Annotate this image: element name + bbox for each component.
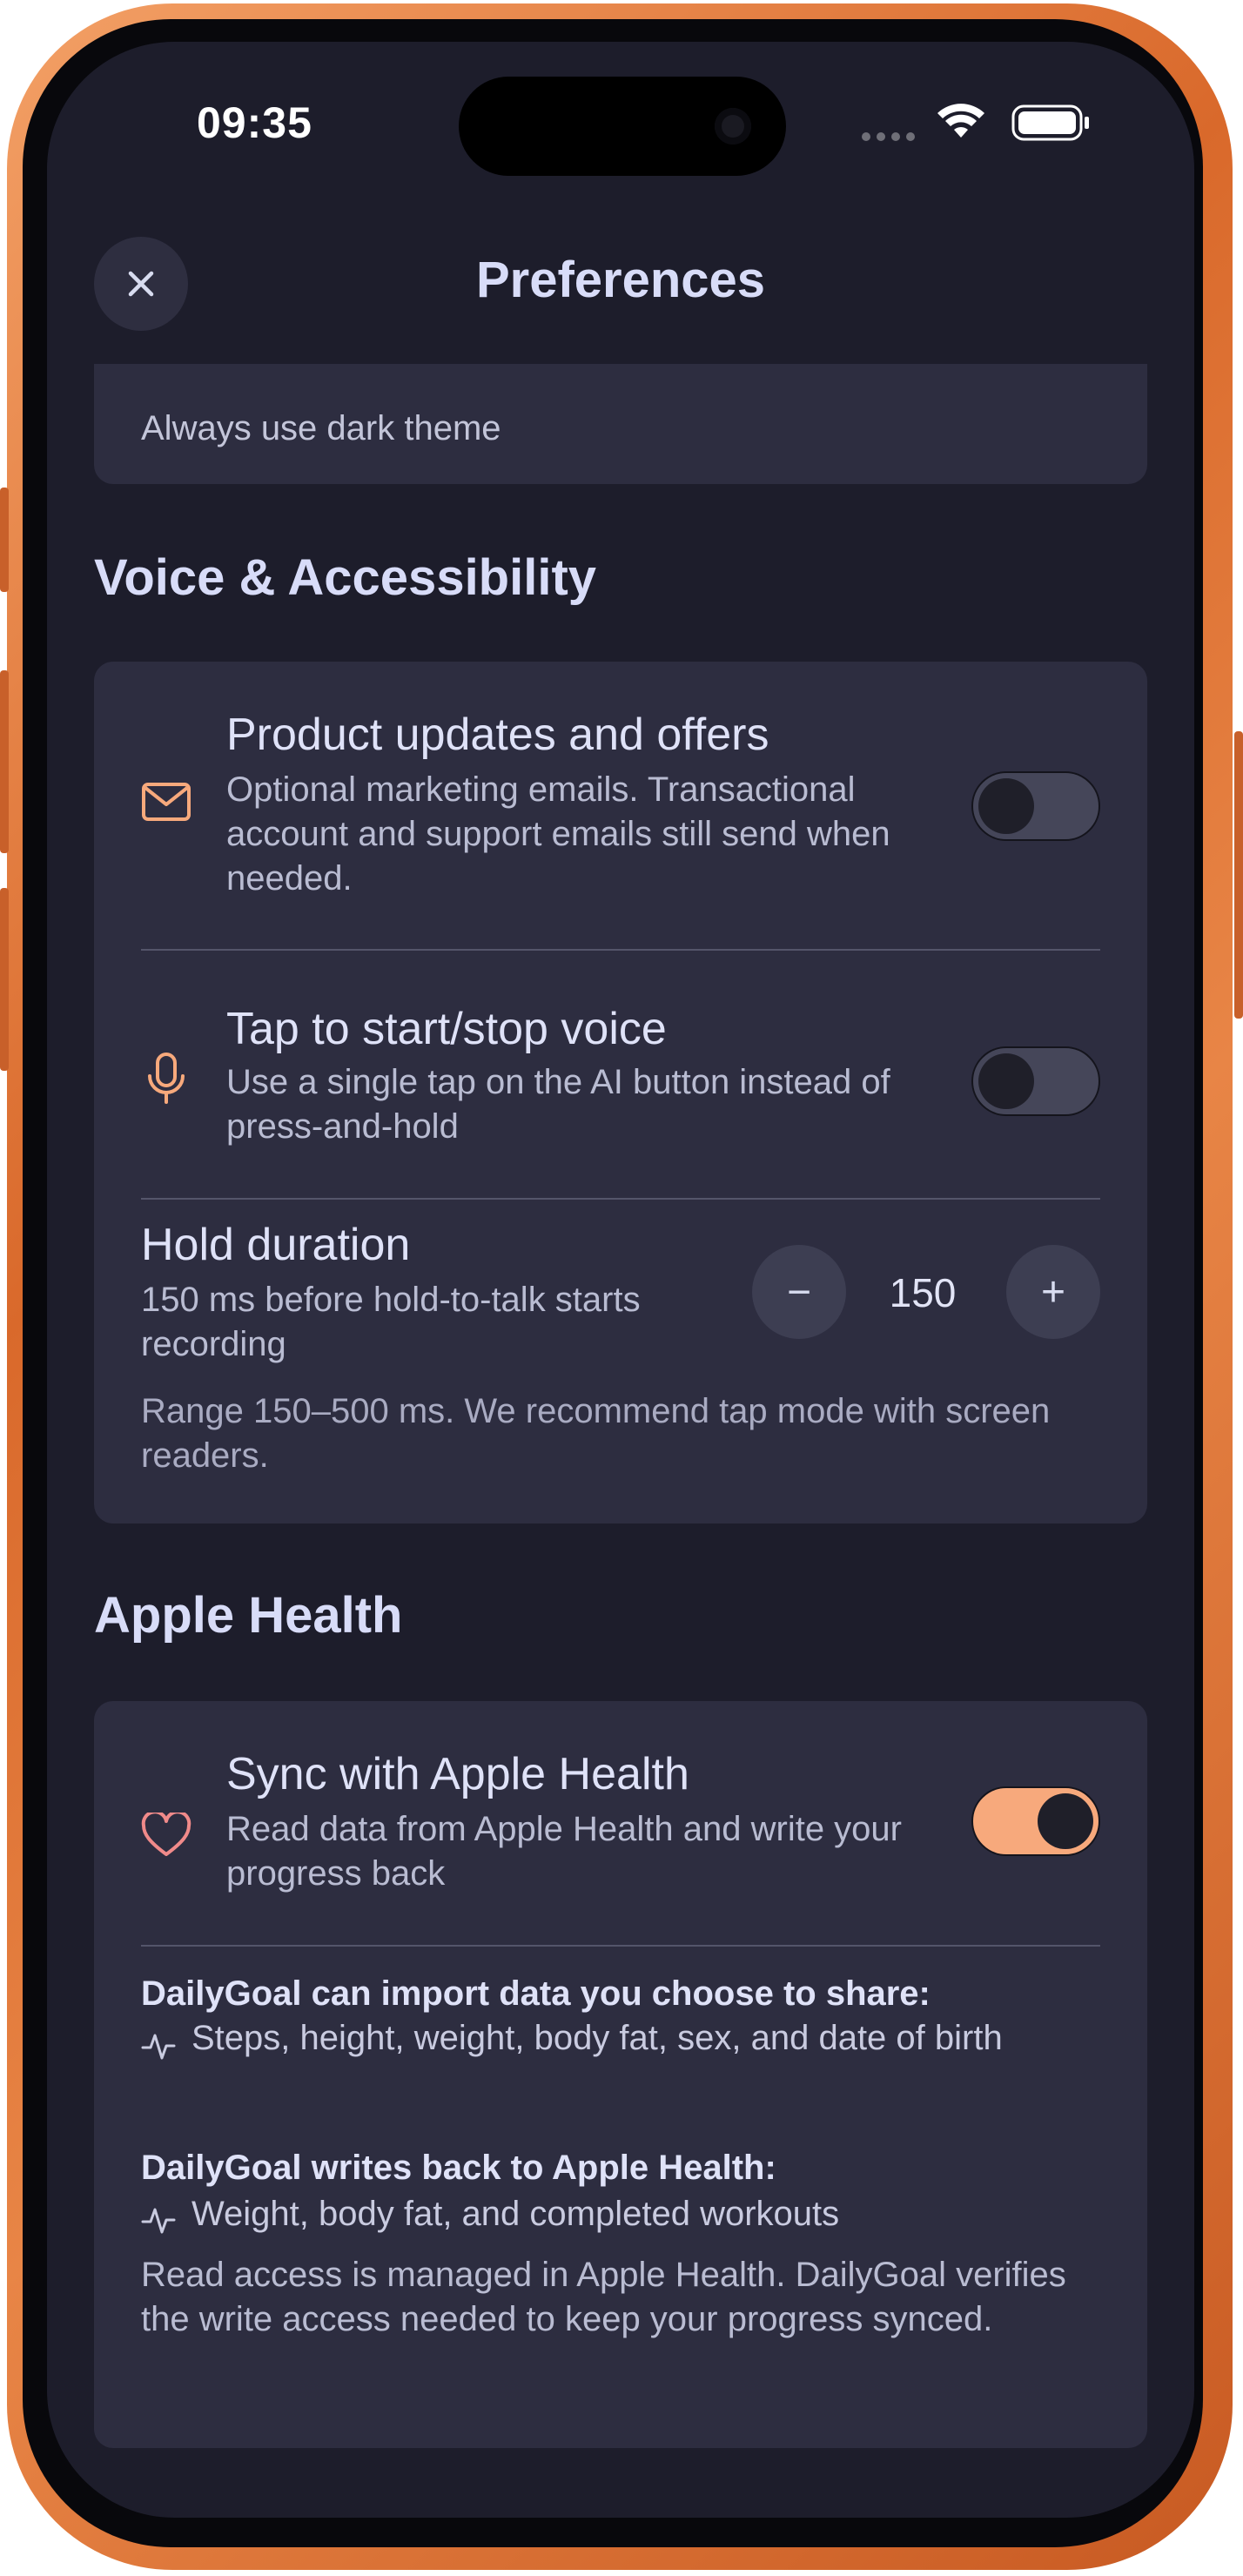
product-updates-description: Optional marketing emails. Transactional… — [226, 770, 890, 898]
divider — [141, 1198, 1100, 1200]
page-title: Preferences — [475, 252, 766, 308]
import-item: Steps, height, weight, body fat, sex, an… — [191, 2019, 1003, 2057]
voice-settings-card: Product updates and offers Optional mark… — [94, 662, 1147, 1523]
section-title-apple-health: Apple Health — [94, 1587, 403, 1644]
section-title-voice: Voice & Accessibility — [94, 549, 597, 606]
hold-duration-description: 150 ms before hold-to-talk starts record… — [141, 1281, 641, 1363]
volume-down-button — [0, 888, 9, 1071]
minus-icon: − — [786, 1268, 812, 1315]
product-updates-toggle[interactable] — [971, 771, 1100, 841]
tap-voice-description: Use a single tap on the AI button instea… — [226, 1063, 890, 1146]
hold-duration-decrement-button[interactable]: − — [752, 1245, 846, 1339]
activity-icon — [141, 2208, 176, 2234]
status-time: 09:35 — [197, 98, 312, 147]
hold-duration-value: 150 — [889, 1270, 957, 1315]
import-heading: DailyGoal can import data you choose to … — [141, 1974, 931, 2013]
camera-icon — [715, 108, 751, 145]
product-updates-title: Product updates and offers — [226, 710, 769, 760]
cellular-signal-icon — [862, 132, 915, 141]
divider — [141, 1945, 1100, 1947]
dark-theme-label: Always use dark theme — [141, 409, 501, 447]
sync-health-toggle[interactable] — [971, 1786, 1100, 1856]
microphone-icon — [148, 1053, 185, 1104]
volume-up-button — [0, 670, 9, 853]
apple-health-card: Sync with Apple Health Read data from Ap… — [94, 1701, 1147, 2448]
write-heading: DailyGoal writes back to Apple Health: — [141, 2149, 776, 2187]
divider — [141, 949, 1100, 951]
hold-duration-note: Range 150–500 ms. We recommend tap mode … — [141, 1392, 1051, 1475]
dynamic-island — [459, 77, 786, 176]
health-footer-note: Read access is managed in Apple Health. … — [141, 2256, 1066, 2338]
battery-icon — [1011, 104, 1089, 141]
write-item: Weight, body fat, and completed workouts — [191, 2195, 840, 2233]
sync-health-description: Read data from Apple Health and write yo… — [226, 1810, 902, 1893]
heart-icon — [141, 1813, 191, 1856]
wifi-icon — [937, 104, 984, 138]
screen: 09:35 Preferences Always use dark theme … — [47, 42, 1194, 2518]
activity-icon — [141, 2034, 176, 2060]
power-button — [1234, 731, 1243, 1019]
plus-icon: + — [1040, 1268, 1066, 1315]
dark-theme-card: Always use dark theme — [94, 364, 1147, 484]
tap-voice-toggle[interactable] — [971, 1046, 1100, 1116]
sync-health-title: Sync with Apple Health — [226, 1749, 689, 1799]
action-button — [0, 488, 9, 592]
tap-voice-title: Tap to start/stop voice — [226, 1004, 667, 1054]
hold-duration-title: Hold duration — [141, 1220, 411, 1270]
hold-duration-increment-button[interactable]: + — [1006, 1245, 1100, 1339]
mail-icon — [142, 783, 191, 821]
